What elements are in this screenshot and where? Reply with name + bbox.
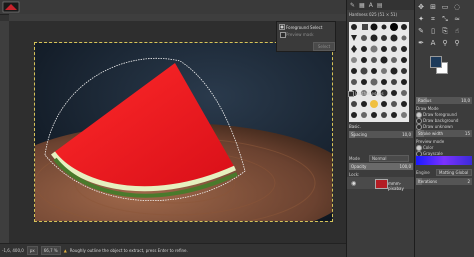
watermelon-photo[interactable]: [35, 43, 332, 221]
opacity-slider[interactable]: Opacity 100,0: [349, 163, 413, 170]
align-tool-icon[interactable]: ⊞: [428, 2, 438, 12]
radius-value: 10,0: [461, 98, 470, 103]
foreground-select-icon: [279, 24, 285, 30]
engine-row: Engine: [416, 169, 436, 176]
transform-icon[interactable]: ⤡: [440, 14, 450, 24]
pointer-coordinates: -1,6, 400,0: [2, 248, 24, 253]
select-button[interactable]: Select: [313, 42, 335, 51]
draw-unknown-label: Draw unknown: [423, 124, 453, 129]
stroke-width-value: 15: [464, 131, 470, 136]
document-tab-icon[interactable]: ▤: [377, 2, 383, 9]
layer-thumbnail[interactable]: [375, 179, 388, 189]
paths-icon[interactable]: ✒: [416, 38, 426, 48]
clone-icon[interactable]: ⎘: [440, 26, 450, 36]
feather-checkbox[interactable]: [348, 91, 354, 97]
image-tab-icon[interactable]: [2, 1, 20, 13]
brush-grid[interactable]: [349, 22, 409, 122]
layer-name[interactable]: mmm-pixabay: [388, 181, 415, 191]
iterations-value: 2: [467, 179, 470, 184]
dock-tabs: ✎ ▦ A ▤: [347, 0, 418, 10]
brush-name: Basic.: [349, 124, 361, 129]
warning-icon: ▲: [63, 248, 67, 253]
layer-mode-select[interactable]: Normal: [369, 155, 409, 162]
smudge-icon[interactable]: ☝: [452, 26, 462, 36]
foreground-select-dialog: Foreground Select Preview mask Select: [276, 21, 336, 52]
text-tool-icon[interactable]: A: [428, 38, 438, 48]
spacing-label: Spacing: [351, 132, 367, 137]
iterations-slider[interactable]: Iterations 2: [416, 178, 472, 185]
preview-mask-label: Preview mask: [286, 32, 314, 37]
toolbox: ✥ ⊞ ▭ ◌ ✦ ⌗ ⤡ ≈ ✎ ▯ ⎘ ☝ ✒ A ⚲ ⚲: [414, 2, 474, 50]
patterns-tab-icon[interactable]: ▦: [359, 2, 365, 9]
rect-select-icon[interactable]: ▭: [440, 2, 450, 12]
fonts-tab-icon[interactable]: A: [369, 2, 373, 9]
spacing-value: 10,0: [402, 132, 411, 137]
zoom-tool-icon[interactable]: ⚲: [452, 38, 462, 48]
iterations-label: Iterations: [418, 179, 438, 184]
eraser-icon[interactable]: ▯: [428, 26, 438, 36]
warp-icon[interactable]: ≈: [452, 14, 462, 24]
color-picker-icon[interactable]: ⚲: [440, 38, 450, 48]
unit-selector[interactable]: px: [26, 246, 38, 255]
eye-icon[interactable]: ◉: [351, 180, 356, 187]
opacity-value: 100,0: [399, 164, 411, 169]
mode-label: Mode: [349, 156, 360, 161]
feather-row: Feather edges: [348, 90, 412, 97]
brushes-layers-dock: ✎ ▦ A ▤ Hardness 025 (51 × 51) Basic. Sp…: [346, 0, 418, 257]
move-tool-icon[interactable]: ✥: [416, 2, 426, 12]
brush-thumbnails[interactable]: [349, 22, 409, 122]
foreground-color-swatch[interactable]: [430, 56, 442, 68]
engine-label: Engine: [416, 170, 430, 175]
radius-slider[interactable]: Radius 10,0: [416, 97, 472, 104]
crop-icon[interactable]: ⌗: [428, 14, 438, 24]
fuzzy-select-icon[interactable]: ✦: [416, 14, 426, 24]
feather-label: Feather edges: [355, 91, 384, 96]
zoom-selector[interactable]: 66,7 %: [40, 246, 61, 255]
image-canvas[interactable]: [34, 42, 333, 222]
status-bar: -1,6, 400,0 px 66,7 % ▲ Roughly outline …: [0, 243, 346, 257]
engine-select[interactable]: Matting Global: [436, 169, 472, 176]
paintbrush-icon[interactable]: ✎: [416, 26, 426, 36]
dialog-title: Foreground Select: [286, 25, 323, 30]
stroke-width-label: Stroke width: [418, 131, 444, 136]
brushes-tab-icon[interactable]: ✎: [350, 2, 355, 9]
draw-unknown-row[interactable]: Draw unknown: [416, 123, 472, 130]
opacity-label: Opacity: [351, 164, 367, 169]
lasso-icon[interactable]: ◌: [452, 2, 462, 12]
status-message: Roughly outline the object to extract, p…: [69, 248, 188, 253]
spacing-slider[interactable]: Spacing 10,0: [349, 131, 413, 138]
mask-color-swatch[interactable]: [416, 156, 472, 165]
image-top-bar: [0, 0, 346, 15]
radius-label: Radius: [418, 98, 432, 103]
stroke-width-slider[interactable]: Stroke width 15: [416, 130, 472, 137]
brush-header: Hardness 025 (51 × 51): [349, 12, 398, 17]
